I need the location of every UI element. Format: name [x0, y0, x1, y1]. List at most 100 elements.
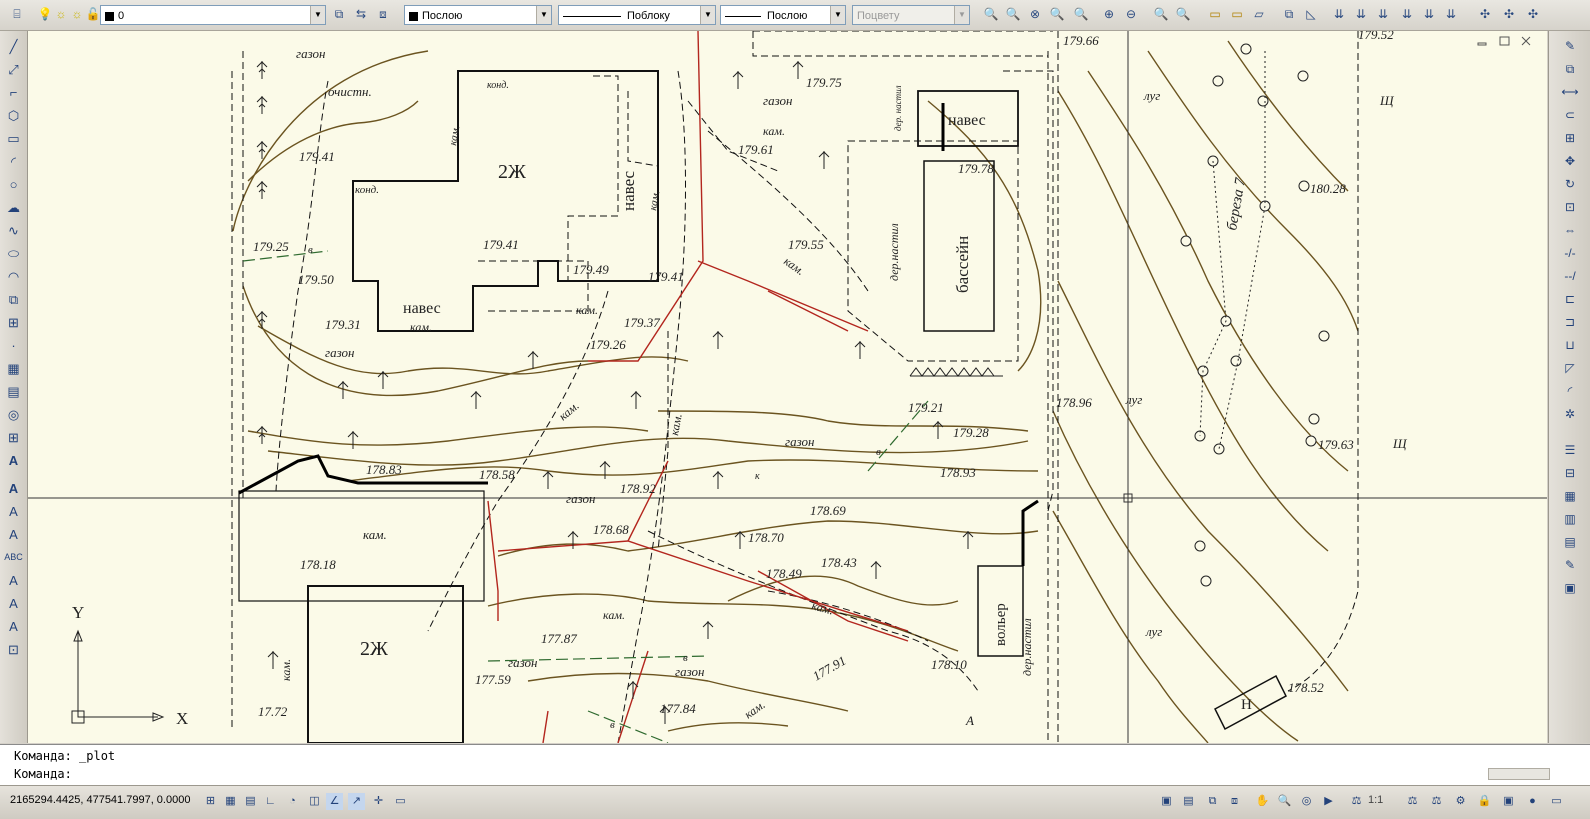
circle-icon[interactable]: ○: [4, 175, 23, 194]
plotstyle-dropdown[interactable]: Поцвету ▼: [852, 5, 970, 25]
quick-view-layouts-icon[interactable]: ⧉: [1204, 793, 1221, 810]
isolate-objects-icon[interactable]: ●: [1524, 793, 1541, 810]
quick-calc-icon[interactable]: ▣: [1561, 579, 1579, 597]
make-block-icon[interactable]: ⊞: [4, 313, 23, 332]
layout-icon[interactable]: ▤: [1180, 793, 1197, 810]
color-dropdown[interactable]: Послою ▼: [404, 5, 552, 25]
zoom-in-icon[interactable]: ⊕: [1100, 5, 1118, 23]
layer-tool-1-icon[interactable]: ▭: [1206, 5, 1224, 23]
construction-line-icon[interactable]: ⤢: [4, 60, 23, 79]
hatch-icon[interactable]: ▦: [4, 359, 23, 378]
dynamic-ucs-icon[interactable]: ↗: [348, 793, 365, 810]
showmotion-icon[interactable]: ▶: [1320, 793, 1337, 810]
workspace-switching-icon[interactable]: ⚙: [1452, 793, 1469, 810]
text-style-icon[interactable]: A: [4, 502, 23, 521]
markup-icon[interactable]: ✎: [1561, 556, 1579, 574]
layer-tool-4-icon[interactable]: ⧉: [1280, 5, 1298, 23]
rotate-icon[interactable]: ↻: [1561, 175, 1579, 193]
auto-scale-icon[interactable]: ⚖: [1428, 793, 1445, 810]
zoom-out-icon[interactable]: ⊖: [1122, 5, 1140, 23]
move-icon[interactable]: ✥: [1561, 152, 1579, 170]
lineweight-icon[interactable]: ▭: [392, 793, 409, 810]
mirror-icon[interactable]: ⟷: [1561, 83, 1579, 101]
table-icon[interactable]: ⊞: [4, 428, 23, 447]
join-icon[interactable]: ⊔: [1561, 336, 1579, 354]
insert-block-icon[interactable]: ⧉: [4, 290, 23, 309]
model-space-icon[interactable]: ▣: [1158, 793, 1175, 810]
stretch-icon[interactable]: ⇔: [1561, 221, 1579, 239]
make-object-layer-current-icon[interactable]: ⧉: [330, 5, 348, 23]
break-at-point-icon[interactable]: ⊏: [1561, 290, 1579, 308]
command-input[interactable]: Команда:: [14, 766, 72, 782]
layer-tool-2-icon[interactable]: ▭: [1228, 5, 1246, 23]
spell-check-icon[interactable]: ABC: [4, 548, 23, 567]
grid-display-icon[interactable]: ▤: [242, 793, 259, 810]
annotation-scale-icon[interactable]: ⚖: [1348, 793, 1365, 810]
drawing-canvas[interactable]: Y X газон очистн. конд. кам. 2Ж навес 17…: [28, 31, 1547, 743]
pan-icon[interactable]: ✋: [1254, 793, 1271, 810]
sheet-set-icon[interactable]: ▤: [1561, 533, 1579, 551]
chevron-down-icon[interactable]: ▼: [954, 6, 969, 24]
break-icon[interactable]: ⊐: [1561, 313, 1579, 331]
copy-icon[interactable]: ⧉: [1561, 60, 1579, 78]
command-scrollbar[interactable]: [1488, 768, 1550, 780]
multiline-text-icon[interactable]: A: [4, 451, 23, 470]
layer-tool-8-icon[interactable]: ⇊: [1374, 5, 1392, 23]
layer-tool-6-icon[interactable]: ⇊: [1330, 5, 1348, 23]
chamfer-icon[interactable]: ◸: [1561, 359, 1579, 377]
zoom-realtime-icon[interactable]: 🔍: [982, 5, 1000, 23]
lineweight-dropdown[interactable]: Послою ▼: [720, 5, 846, 25]
array-icon[interactable]: ⊞: [1561, 129, 1579, 147]
polygon-icon[interactable]: ⬡: [4, 106, 23, 125]
lock-ui-icon[interactable]: 🔒: [1476, 793, 1493, 810]
polyline-icon[interactable]: ⌐: [4, 83, 23, 102]
gradient-icon[interactable]: ▤: [4, 382, 23, 401]
chevron-down-icon[interactable]: ▼: [310, 6, 325, 24]
layer-tool-3-icon[interactable]: ▱: [1250, 5, 1268, 23]
layer-tool-13-icon[interactable]: ✣: [1500, 5, 1518, 23]
object-snap-tracking-icon[interactable]: ∠: [326, 793, 343, 810]
command-line[interactable]: Команда: _plot Команда:: [0, 744, 1590, 785]
edit-text-icon[interactable]: A: [4, 525, 23, 544]
revision-cloud-icon[interactable]: ☁: [4, 198, 23, 217]
zoom-previous-icon[interactable]: 🔍: [1004, 5, 1022, 23]
snap-mode-icon[interactable]: ▦: [222, 793, 239, 810]
layer-dropdown[interactable]: 0 ▼: [100, 5, 326, 25]
layer-tool-11-icon[interactable]: ⇊: [1442, 5, 1460, 23]
layer-tool-10-icon[interactable]: ⇊: [1420, 5, 1438, 23]
zoom-window-icon[interactable]: ⊗: [1026, 5, 1044, 23]
justify-text-icon[interactable]: A: [4, 617, 23, 636]
ortho-mode-icon[interactable]: ∟: [262, 793, 279, 810]
trim-icon[interactable]: -/-: [1561, 244, 1579, 262]
layer-tool-12-icon[interactable]: ✣: [1476, 5, 1494, 23]
arc-icon[interactable]: ◜: [4, 152, 23, 171]
chevron-down-icon[interactable]: ▼: [830, 6, 845, 24]
zoom-scale-icon[interactable]: 🔍: [1072, 5, 1090, 23]
convert-distance-icon[interactable]: ⊡: [4, 640, 23, 659]
zoom-dynamic-icon[interactable]: 🔍: [1048, 5, 1066, 23]
ellipse-arc-icon[interactable]: ◠: [4, 267, 23, 286]
match-properties-icon[interactable]: ⊟: [1561, 464, 1579, 482]
layer-previous-icon[interactable]: ⇆: [352, 5, 370, 23]
scale-icon[interactable]: ⊡: [1561, 198, 1579, 216]
extend-icon[interactable]: --/: [1561, 267, 1579, 285]
erase-icon[interactable]: ✎: [1561, 37, 1579, 55]
zoom-icon[interactable]: 🔍: [1276, 793, 1293, 810]
ellipse-icon[interactable]: ⬭: [4, 244, 23, 263]
explode-icon[interactable]: ✲: [1561, 405, 1579, 423]
find-text-icon[interactable]: A: [4, 571, 23, 590]
fillet-icon[interactable]: ◜: [1561, 382, 1579, 400]
chevron-down-icon[interactable]: ▼: [700, 6, 715, 24]
clean-screen-icon[interactable]: ▭: [1548, 793, 1565, 810]
hardware-acceleration-icon[interactable]: ▣: [1500, 793, 1517, 810]
line-icon[interactable]: ╱: [4, 37, 23, 56]
properties-icon[interactable]: ☰: [1561, 441, 1579, 459]
scale-text-icon[interactable]: A: [4, 594, 23, 613]
steering-wheel-icon[interactable]: ◎: [1298, 793, 1315, 810]
layer-tool-14-icon[interactable]: ✣: [1524, 5, 1542, 23]
chevron-down-icon[interactable]: ▼: [536, 6, 551, 24]
rectangle-icon[interactable]: ▭: [4, 129, 23, 148]
dynamic-input-icon[interactable]: ✛: [370, 793, 387, 810]
minimize-icon[interactable]: [1477, 42, 1487, 46]
close-icon[interactable]: [1521, 36, 1531, 46]
